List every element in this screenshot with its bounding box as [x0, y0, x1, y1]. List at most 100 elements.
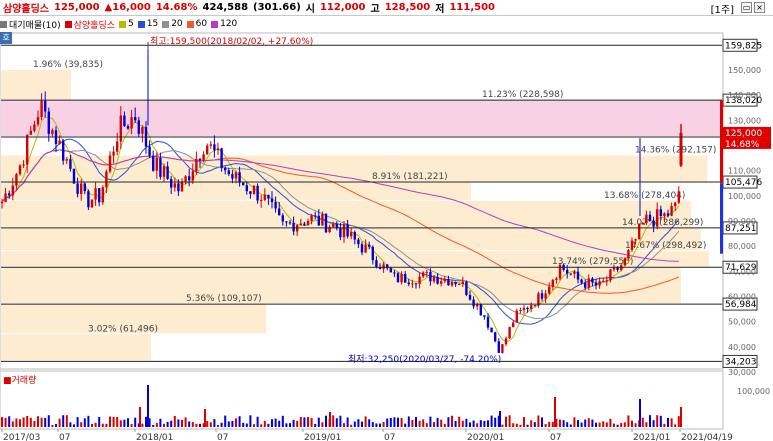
- volume-bar: [177, 419, 180, 427]
- candle-body: [148, 146, 151, 156]
- date-label: 2018/01: [136, 433, 173, 441]
- volume-bar: [598, 422, 601, 427]
- volume-bar: [577, 420, 579, 427]
- candle-body: [216, 148, 220, 151]
- legend-ma15[interactable]: 15: [137, 19, 158, 29]
- square-icon: ■: [3, 376, 12, 386]
- candle-body: [425, 271, 428, 273]
- volume-bar: [155, 422, 158, 427]
- volume-bar: [404, 423, 407, 427]
- volume-bar: [505, 416, 507, 427]
- candle-body: [15, 174, 18, 186]
- candle-body: [130, 117, 133, 129]
- candle-body: [450, 281, 454, 286]
- volume-bar: [397, 417, 399, 427]
- close-icon[interactable]: ×: [754, 2, 765, 13]
- volume-bar: [371, 422, 374, 427]
- candle-body: [314, 215, 317, 217]
- candle-body: [87, 191, 90, 208]
- candle-body: [400, 273, 403, 283]
- legend-ma5[interactable]: 5: [119, 19, 134, 29]
- volume-bar: [47, 415, 50, 427]
- volume-bar: [361, 421, 363, 427]
- order-badge[interactable]: 호: [0, 32, 12, 44]
- volume-bar: [458, 416, 461, 427]
- volume-bar: [433, 422, 435, 427]
- volume-bar: [425, 423, 428, 427]
- price-change: ▲16,000: [104, 2, 151, 13]
- volume-bar: [530, 420, 533, 427]
- volume-bar: [213, 419, 216, 427]
- candle-body: [137, 120, 140, 134]
- candle-body: [479, 304, 482, 316]
- volume-panel-frame: [0, 370, 724, 430]
- legend-ma20[interactable]: 20: [162, 19, 183, 29]
- candle-body: [648, 214, 652, 221]
- volume-bar: [623, 422, 626, 427]
- square-icon: [211, 20, 219, 28]
- volume-bar: [123, 419, 126, 427]
- legend-volume-profile[interactable]: 대기매물(10): [0, 18, 61, 31]
- legend-stock[interactable]: 삼양홀딩스: [64, 18, 115, 31]
- candle-body: [670, 206, 673, 216]
- volume-bar: [523, 417, 525, 427]
- volume-bar: [429, 416, 432, 427]
- volume-bar: [422, 419, 425, 427]
- volume-bar: [310, 418, 313, 427]
- candle-body: [238, 172, 241, 183]
- volume-bar: [130, 424, 133, 427]
- candle-body: [526, 307, 529, 310]
- price-tick-label: 40,000: [728, 343, 756, 352]
- candle-body: [26, 134, 29, 165]
- legend-ma60[interactable]: 60: [186, 19, 207, 29]
- candle-body: [512, 322, 515, 328]
- restore-icon[interactable]: ▭: [741, 2, 752, 13]
- candle-body: [76, 183, 79, 194]
- chart-canvas[interactable]: 11.23% (228,598) 14.36% (292,157) 8.91% (1…: [0, 0, 773, 441]
- volume-bar: [605, 422, 608, 427]
- square-icon: [0, 20, 7, 28]
- candle-body: [393, 272, 396, 274]
- volume-bar: [677, 416, 680, 427]
- legend-ma120[interactable]: 120: [211, 19, 237, 29]
- price-level-text: 56,984: [725, 300, 757, 310]
- volume-bar: [443, 424, 446, 427]
- candle-body: [555, 278, 558, 280]
- candle-body: [62, 140, 65, 161]
- date-label: 2017/03: [3, 433, 40, 441]
- volume-bar: [339, 415, 342, 427]
- period-button[interactable]: [1주]: [711, 1, 734, 16]
- volume-bar: [65, 415, 68, 427]
- candle-body: [404, 273, 407, 283]
- candle-body: [461, 281, 464, 284]
- price-change-pct: 14.68%: [155, 2, 198, 13]
- candle-body: [663, 213, 666, 217]
- volume-bar: [184, 417, 187, 427]
- candle-body: [609, 269, 612, 281]
- volume-bar: [436, 417, 439, 427]
- volume-bar: [112, 416, 115, 427]
- candle-body: [414, 283, 418, 285]
- candle-body: [274, 202, 277, 209]
- volume-bar: [73, 424, 75, 427]
- volume-bar: [278, 420, 281, 427]
- candle-body: [353, 232, 356, 240]
- volume-bar: [670, 418, 673, 427]
- volume-bar: [357, 419, 360, 427]
- volume-bar: [652, 420, 655, 427]
- volume-bar: [587, 418, 590, 427]
- candle-body: [573, 271, 576, 274]
- volume-bar: [580, 422, 583, 427]
- volume-bar: [274, 418, 277, 427]
- candle-body: [306, 220, 310, 226]
- volume-bar: [584, 419, 587, 427]
- candle-body: [508, 327, 511, 339]
- high-annotation: 최고:159,500(2018/02/02, +27.60%): [150, 36, 313, 47]
- date-axis: 2017/03 07 2018/01 07 2019/01 07 2020/01 07 2021…: [1, 429, 733, 441]
- volume-bar: [537, 415, 540, 427]
- candle-body: [339, 228, 342, 238]
- candle-body: [11, 185, 14, 196]
- square-icon: [64, 20, 72, 28]
- candle-body: [490, 327, 493, 333]
- candle-body: [342, 224, 346, 238]
